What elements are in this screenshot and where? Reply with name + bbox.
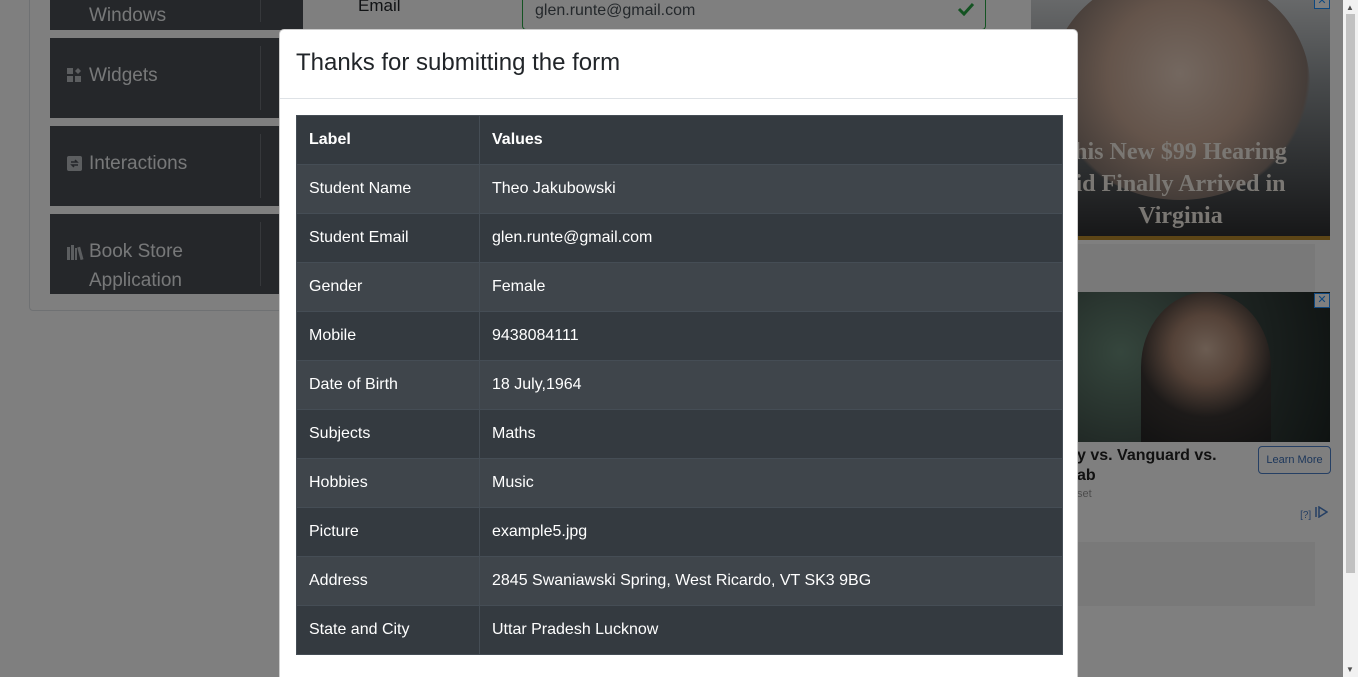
row-label: Gender (296, 262, 480, 312)
row-label: Address (296, 556, 480, 606)
row-value: Maths (479, 409, 1063, 459)
page-scrollbar[interactable]: ▲ ▼ (1343, 0, 1358, 677)
row-value: example5.jpg (479, 507, 1063, 557)
table-row: Date of Birth 18 July,1964 (296, 360, 1063, 410)
row-value: Female (479, 262, 1063, 312)
scroll-down-icon[interactable]: ▼ (1346, 665, 1354, 674)
row-label: Hobbies (296, 458, 480, 508)
row-value: glen.runte@gmail.com (479, 213, 1063, 263)
table-row: State and City Uttar Pradesh Lucknow (296, 605, 1063, 655)
row-value: Music (479, 458, 1063, 508)
table-header-row: Label Values (296, 115, 1063, 165)
modal-title: Thanks for submitting the form (296, 49, 621, 76)
scrollbar-thumb[interactable] (1346, 14, 1355, 573)
scroll-up-icon[interactable]: ▲ (1346, 3, 1354, 12)
row-label: Subjects (296, 409, 480, 459)
submission-modal: Thanks for submitting the form Label Val… (279, 29, 1078, 677)
table-row: Hobbies Music (296, 458, 1063, 508)
row-label: State and City (296, 605, 480, 655)
results-table: Label Values Student Name Theo Jakubowski… (296, 115, 1063, 655)
row-value: Uttar Pradesh Lucknow (479, 605, 1063, 655)
table-row: Gender Female (296, 262, 1063, 312)
table-row: Mobile 9438084111 (296, 311, 1063, 361)
modal-header: Thanks for submitting the form (280, 30, 1077, 99)
table-row: Student Name Theo Jakubowski (296, 164, 1063, 214)
table-row: Picture example5.jpg (296, 507, 1063, 557)
column-header-values: Values (479, 115, 1063, 165)
row-value: 2845 Swaniawski Spring, West Ricardo, VT… (479, 556, 1063, 606)
row-value: 9438084111 (479, 311, 1063, 361)
row-label: Mobile (296, 311, 480, 361)
row-value: Theo Jakubowski (479, 164, 1063, 214)
row-label: Date of Birth (296, 360, 480, 410)
column-header-label: Label (296, 115, 480, 165)
table-row: Student Email glen.runte@gmail.com (296, 213, 1063, 263)
row-value: 18 July,1964 (479, 360, 1063, 410)
row-label: Picture (296, 507, 480, 557)
table-row: Subjects Maths (296, 409, 1063, 459)
table-row: Address 2845 Swaniawski Spring, West Rica… (296, 556, 1063, 606)
row-label: Student Email (296, 213, 480, 263)
row-label: Student Name (296, 164, 480, 214)
